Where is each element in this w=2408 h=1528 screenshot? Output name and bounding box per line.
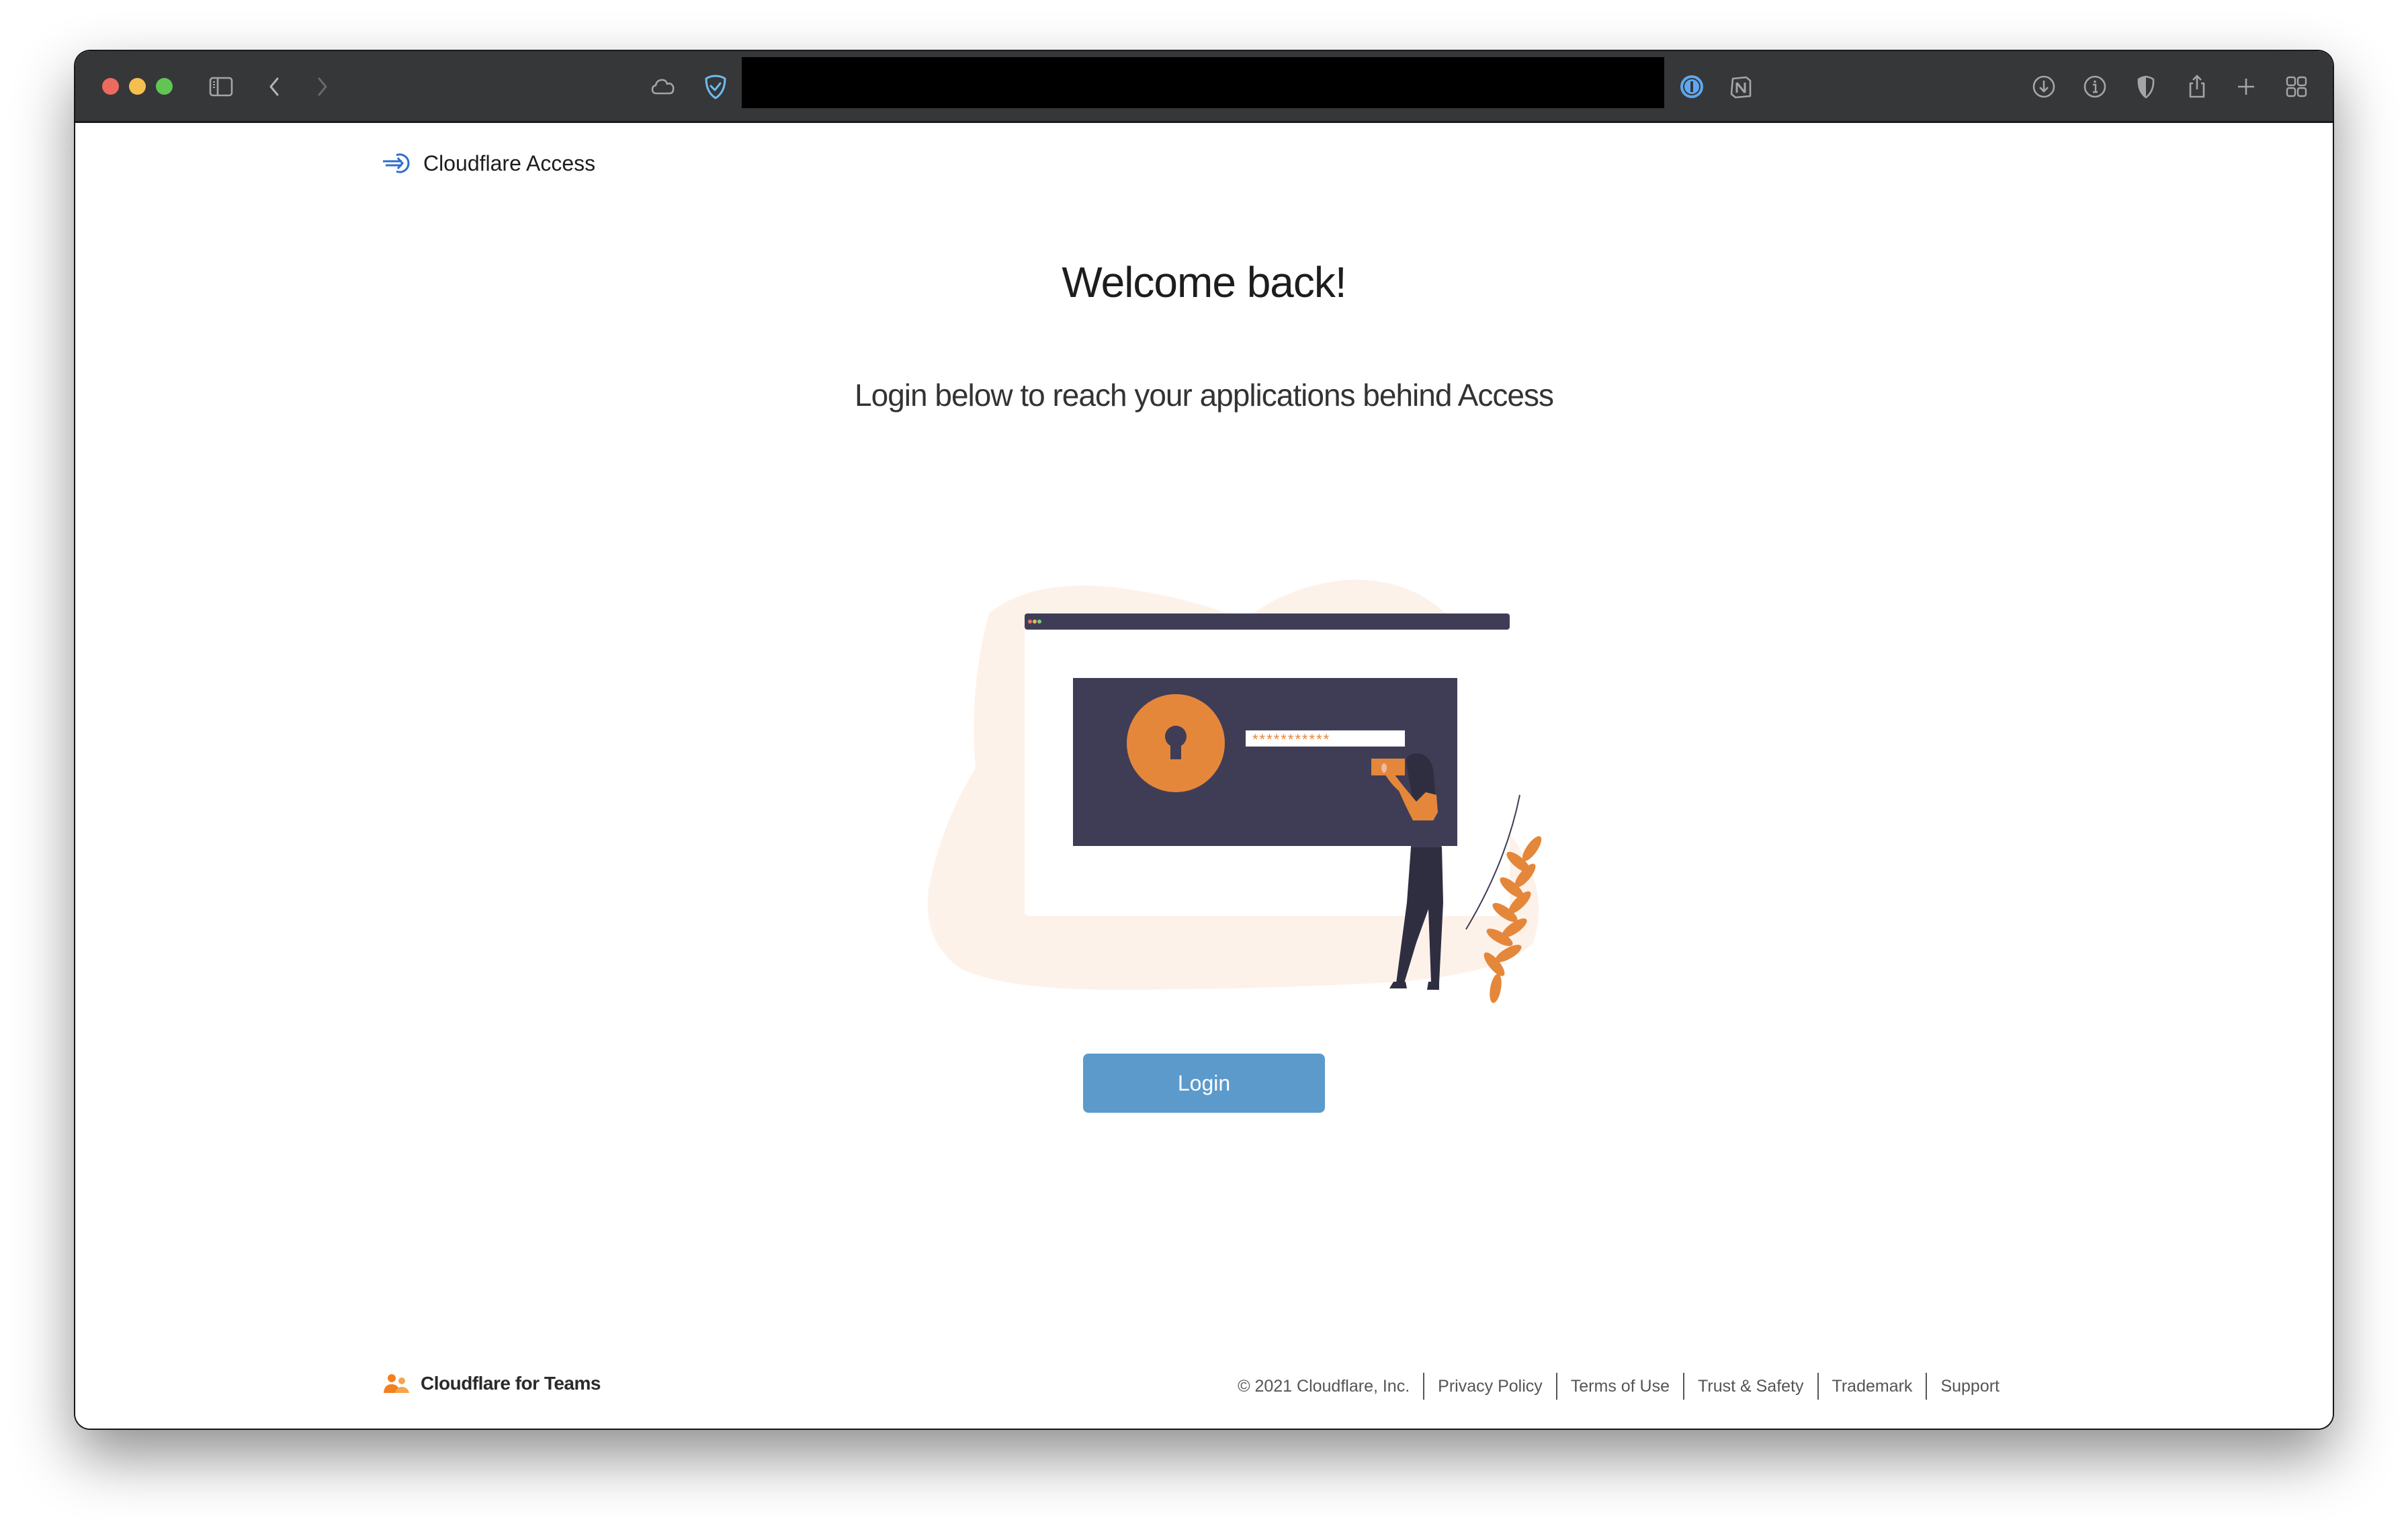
browser-window: Cloudflare Access Welcome back! Login be…: [75, 51, 2333, 1429]
download-icon[interactable]: [2028, 71, 2059, 102]
cloudflare-access-brand[interactable]: Cloudflare Access: [382, 150, 595, 177]
close-window-button[interactable]: [102, 78, 119, 95]
illustration-password-mask: ***********: [1252, 731, 1330, 748]
address-bar[interactable]: [742, 57, 1664, 108]
teams-logo-icon: [384, 1374, 409, 1393]
copyright-text: © 2021 Cloudflare, Inc.: [1238, 1377, 1410, 1396]
footer-link-privacy-policy[interactable]: Privacy Policy: [1438, 1377, 1543, 1396]
footer-link-trademark[interactable]: Trademark: [1832, 1377, 1913, 1396]
forward-icon[interactable]: [306, 71, 337, 102]
adguard-shield-icon[interactable]: [700, 71, 731, 102]
page-title: Welcome back!: [1062, 258, 1346, 306]
zoom-window-button[interactable]: [156, 78, 173, 95]
footer-links: © 2021 Cloudflare, Inc. Privacy Policy T…: [1238, 1373, 2013, 1400]
sidebar-icon[interactable]: [206, 71, 236, 102]
minimize-window-button[interactable]: [129, 78, 146, 95]
new-tab-icon[interactable]: [2231, 71, 2262, 102]
footer-link-terms-of-use[interactable]: Terms of Use: [1571, 1377, 1670, 1396]
page-subtitle: Login below to reach your applications b…: [855, 378, 1554, 413]
info-icon[interactable]: [2079, 71, 2110, 102]
illustration-browser-bar: [1025, 613, 1510, 630]
browser-toolbar: [75, 51, 2333, 123]
tab-overview-icon[interactable]: [2281, 71, 2312, 102]
back-icon[interactable]: [259, 71, 290, 102]
brand-label: Cloudflare Access: [423, 151, 596, 175]
page-content: Cloudflare Access Welcome back! Login be…: [75, 123, 2333, 1429]
footer-link-trust-safety[interactable]: Trust & Safety: [1698, 1377, 1803, 1396]
login-illustration: ***********: [927, 579, 1542, 1003]
footer-brand-label: Cloudflare for Teams: [421, 1373, 601, 1394]
cloudflare-for-teams-brand[interactable]: Cloudflare for Teams: [383, 1373, 601, 1394]
notion-icon[interactable]: [1725, 71, 1756, 102]
footer-link-support[interactable]: Support: [1940, 1377, 2000, 1396]
onepassword-icon[interactable]: [1676, 71, 1707, 102]
icloud-icon[interactable]: [648, 71, 679, 102]
login-button[interactable]: Login: [1083, 1054, 1325, 1113]
access-logo-icon: [383, 153, 410, 173]
share-icon[interactable]: [2182, 71, 2212, 102]
privacy-shield-icon[interactable]: [2131, 71, 2161, 102]
